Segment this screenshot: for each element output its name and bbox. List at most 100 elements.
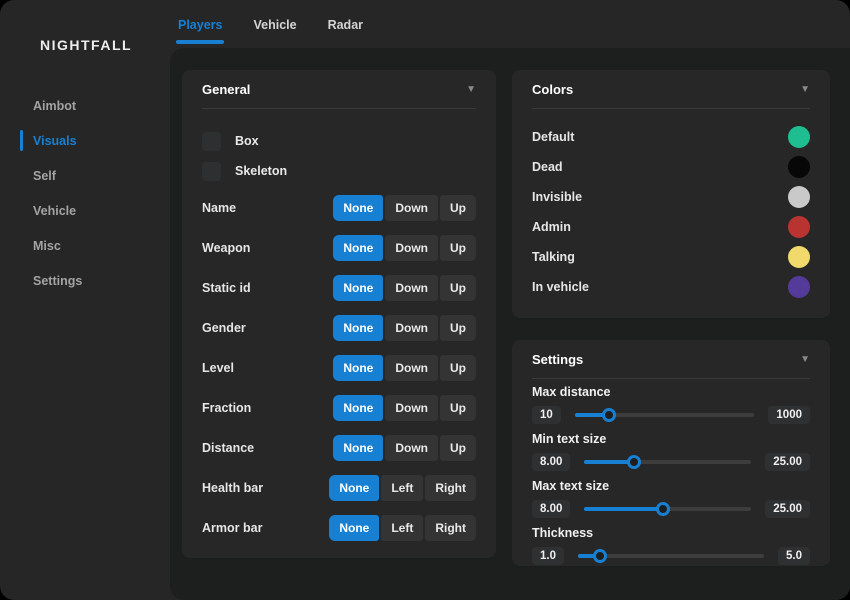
color-rows: Default Dead Invisible Admin Talking: [532, 122, 810, 302]
app-window: NIGHTFALL Players Vehicle Radar Aimbot V…: [0, 0, 850, 600]
health-bar-option-none[interactable]: None: [329, 475, 379, 501]
tab-vehicle[interactable]: Vehicle: [253, 0, 296, 48]
sidebar-item-vehicle[interactable]: Vehicle: [0, 193, 170, 228]
min-text-size-slider-thumb[interactable]: [627, 455, 641, 469]
min-text-size-slider-fill: [584, 460, 634, 464]
settings-card: Settings ▼ Max distance 10 1000 Min text…: [512, 340, 830, 566]
distance-option-down[interactable]: Down: [385, 435, 438, 461]
fraction-row: Fraction None Down Up: [202, 395, 476, 421]
static-id-option-down[interactable]: Down: [385, 275, 438, 301]
thickness-slider-fill: [578, 554, 600, 558]
tab-players-label: Players: [178, 18, 222, 32]
sidebar-item-label: Vehicle: [33, 204, 76, 218]
gender-option-none[interactable]: None: [333, 315, 383, 341]
armor-bar-option-left[interactable]: Left: [381, 515, 423, 541]
static-id-row: Static id None Down Up: [202, 275, 476, 301]
armor-bar-option-right[interactable]: Right: [425, 515, 476, 541]
fraction-option-none[interactable]: None: [333, 395, 383, 421]
static-id-option-none[interactable]: None: [333, 275, 383, 301]
distance-row: Distance None Down Up: [202, 435, 476, 461]
skeleton-checkbox-label: Skeleton: [235, 164, 287, 178]
fraction-option-down[interactable]: Down: [385, 395, 438, 421]
invisible-color-swatch[interactable]: [788, 186, 810, 208]
general-checkboxes: Box Skeleton: [202, 131, 476, 181]
sidebar-item-label: Self: [33, 169, 56, 183]
thickness-group: Thickness 1.0 5.0: [532, 526, 810, 567]
thickness-slider[interactable]: [578, 554, 764, 558]
invisible-color-label: Invisible: [532, 190, 582, 204]
level-segmented-control: None Down Up: [333, 355, 476, 381]
max-distance-group: Max distance 10 1000: [532, 385, 810, 426]
general-card-header: General ▼: [202, 70, 476, 109]
dead-color-swatch[interactable]: [788, 156, 810, 178]
talking-color-label: Talking: [532, 250, 575, 264]
distance-option-none[interactable]: None: [333, 435, 383, 461]
health-bar-option-left[interactable]: Left: [381, 475, 423, 501]
sidebar-item-label: Settings: [33, 274, 82, 288]
min-text-size-max-value: 25.00: [765, 453, 810, 471]
sidebar-item-visuals[interactable]: Visuals: [0, 123, 170, 158]
max-text-size-slider[interactable]: [584, 507, 751, 511]
level-row: Level None Down Up: [202, 355, 476, 381]
thickness-slider-thumb[interactable]: [593, 549, 607, 563]
fraction-option-up[interactable]: Up: [440, 395, 476, 421]
admin-color-swatch[interactable]: [788, 216, 810, 238]
min-text-size-slider[interactable]: [584, 460, 751, 464]
talking-color-swatch[interactable]: [788, 246, 810, 268]
active-tab-underline: [176, 40, 224, 44]
distance-option-up[interactable]: Up: [440, 435, 476, 461]
content-area: General ▼ Box Skeleton Name None: [170, 48, 850, 600]
sidebar-item-settings[interactable]: Settings: [0, 263, 170, 298]
name-option-up[interactable]: Up: [440, 195, 476, 221]
sidebar: Aimbot Visuals Self Vehicle Misc Setting…: [0, 88, 170, 298]
weapon-row-label: Weapon: [202, 241, 250, 255]
in-vehicle-color-label: In vehicle: [532, 280, 589, 294]
tab-radar[interactable]: Radar: [328, 0, 363, 48]
max-distance-slider-thumb[interactable]: [602, 408, 616, 422]
weapon-option-up[interactable]: Up: [440, 235, 476, 261]
health-bar-segmented-control: None Left Right: [329, 475, 476, 501]
max-distance-min-value: 10: [532, 406, 561, 424]
min-text-size-slider-row: 8.00 25.00: [532, 451, 810, 473]
static-id-option-up[interactable]: Up: [440, 275, 476, 301]
chevron-down-icon[interactable]: ▼: [466, 84, 476, 95]
min-text-size-min-value: 8.00: [532, 453, 570, 471]
name-option-down[interactable]: Down: [385, 195, 438, 221]
in-vehicle-color-swatch[interactable]: [788, 276, 810, 298]
chevron-down-icon[interactable]: ▼: [800, 354, 810, 365]
name-option-none[interactable]: None: [333, 195, 383, 221]
tab-players[interactable]: Players: [178, 0, 222, 48]
max-text-size-slider-row: 8.00 25.00: [532, 498, 810, 520]
sidebar-item-self[interactable]: Self: [0, 158, 170, 193]
weapon-option-down[interactable]: Down: [385, 235, 438, 261]
level-option-none[interactable]: None: [333, 355, 383, 381]
distance-segmented-control: None Down Up: [333, 435, 476, 461]
skeleton-checkbox-row[interactable]: Skeleton: [202, 161, 476, 181]
admin-color-label: Admin: [532, 220, 571, 234]
weapon-option-none[interactable]: None: [333, 235, 383, 261]
health-bar-row-label: Health bar: [202, 481, 263, 495]
gender-option-up[interactable]: Up: [440, 315, 476, 341]
gender-row: Gender None Down Up: [202, 315, 476, 341]
static-id-row-label: Static id: [202, 281, 251, 295]
distance-row-label: Distance: [202, 441, 254, 455]
skeleton-checkbox[interactable]: [202, 162, 221, 181]
thickness-label: Thickness: [532, 526, 810, 540]
min-text-size-label: Min text size: [532, 432, 810, 446]
chevron-down-icon[interactable]: ▼: [800, 84, 810, 95]
armor-bar-option-none[interactable]: None: [329, 515, 379, 541]
dead-color-row: Dead: [532, 152, 810, 182]
level-option-down[interactable]: Down: [385, 355, 438, 381]
level-option-up[interactable]: Up: [440, 355, 476, 381]
default-color-swatch[interactable]: [788, 126, 810, 148]
max-distance-slider[interactable]: [575, 413, 755, 417]
sidebar-item-misc[interactable]: Misc: [0, 228, 170, 263]
gender-option-down[interactable]: Down: [385, 315, 438, 341]
max-text-size-slider-thumb[interactable]: [656, 502, 670, 516]
gender-segmented-control: None Down Up: [333, 315, 476, 341]
health-bar-option-right[interactable]: Right: [425, 475, 476, 501]
box-checkbox[interactable]: [202, 132, 221, 151]
max-distance-label: Max distance: [532, 385, 810, 399]
sidebar-item-aimbot[interactable]: Aimbot: [0, 88, 170, 123]
box-checkbox-row[interactable]: Box: [202, 131, 476, 151]
